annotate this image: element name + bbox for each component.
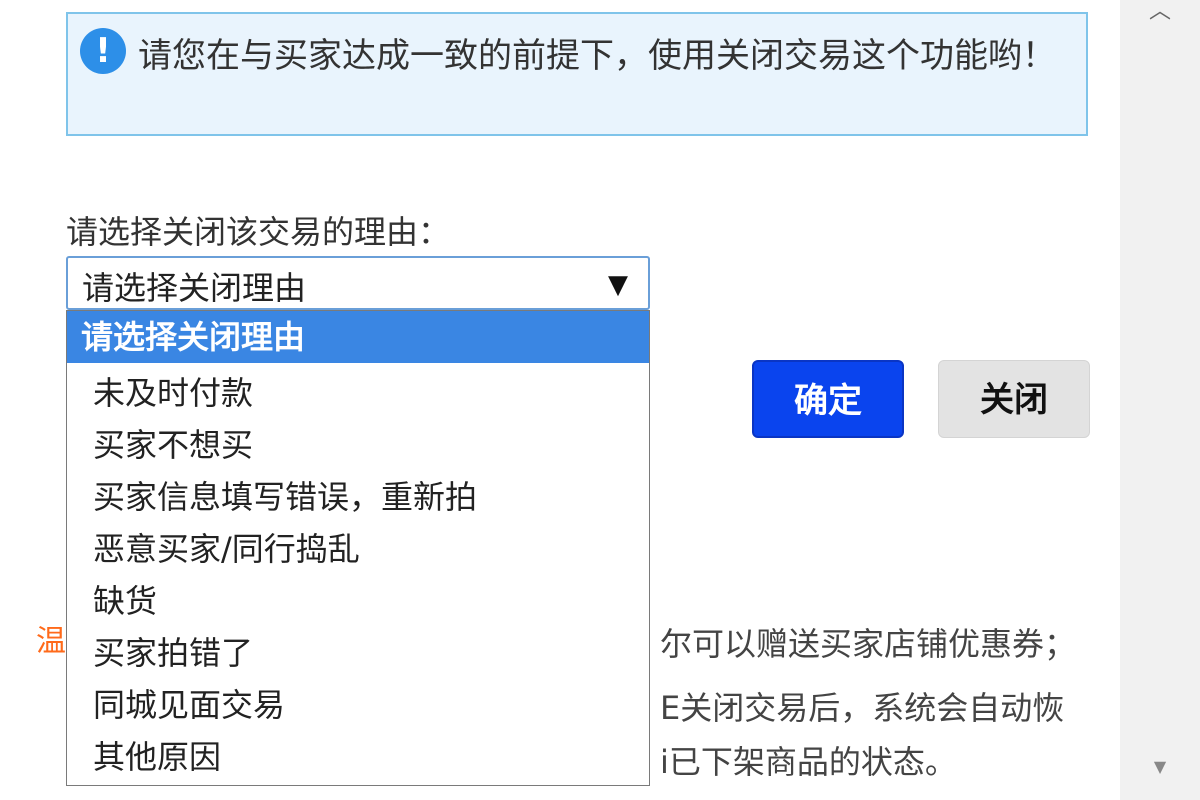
reason-dropdown-list: 请选择关闭理由 未及时付款 买家不想买 买家信息填写错误，重新拍 恶意买家/同行… — [66, 310, 650, 786]
option-wrong-purchase[interactable]: 买家拍错了 — [67, 627, 649, 679]
scroll-down-icon[interactable]: ▼ — [1120, 752, 1200, 782]
notice-box: ! 请您在与买家达成一致的前提下，使用关闭交易这个功能哟！ — [66, 12, 1088, 136]
option-other-reason[interactable]: 其他原因 — [67, 731, 649, 783]
option-buyer-not-want[interactable]: 买家不想买 — [67, 419, 649, 471]
notice-text: 请您在与买家达成一致的前提下，使用关闭交易这个功能哟！ — [138, 36, 1056, 76]
tips-prefix: 温 — [36, 624, 66, 659]
option-malicious-buyer[interactable]: 恶意买家/同行捣乱 — [67, 523, 649, 575]
option-out-of-stock[interactable]: 缺货 — [67, 575, 649, 627]
option-select-reason[interactable]: 请选择关闭理由 — [67, 311, 649, 363]
tips-line-1: 尔可以赠送买家店铺优惠券； — [660, 625, 1077, 663]
tips-line-3: i已下架商品的状态。 — [660, 743, 957, 781]
exclamation-icon: ! — [80, 28, 126, 74]
select-value: 请选择关闭理由 — [82, 269, 307, 307]
option-wrong-info[interactable]: 买家信息填写错误，重新拍 — [67, 471, 649, 523]
option-late-payment[interactable]: 未及时付款 — [67, 367, 649, 419]
close-button[interactable]: 关闭 — [938, 360, 1090, 438]
scroll-up-icon[interactable]: ︿ — [1120, 0, 1200, 30]
tips-line-2: E关闭交易后，系统会自动恢 — [660, 689, 1065, 727]
dropdown-arrow-icon: ▼ — [608, 270, 628, 300]
vertical-scrollbar[interactable]: ︿ ▼ — [1120, 0, 1200, 800]
close-reason-select[interactable]: 请选择关闭理由 ▼ — [66, 256, 650, 310]
confirm-button[interactable]: 确定 — [752, 360, 904, 438]
option-local-meetup[interactable]: 同城见面交易 — [67, 679, 649, 731]
reason-label: 请选择关闭该交易的理由： — [66, 213, 451, 251]
